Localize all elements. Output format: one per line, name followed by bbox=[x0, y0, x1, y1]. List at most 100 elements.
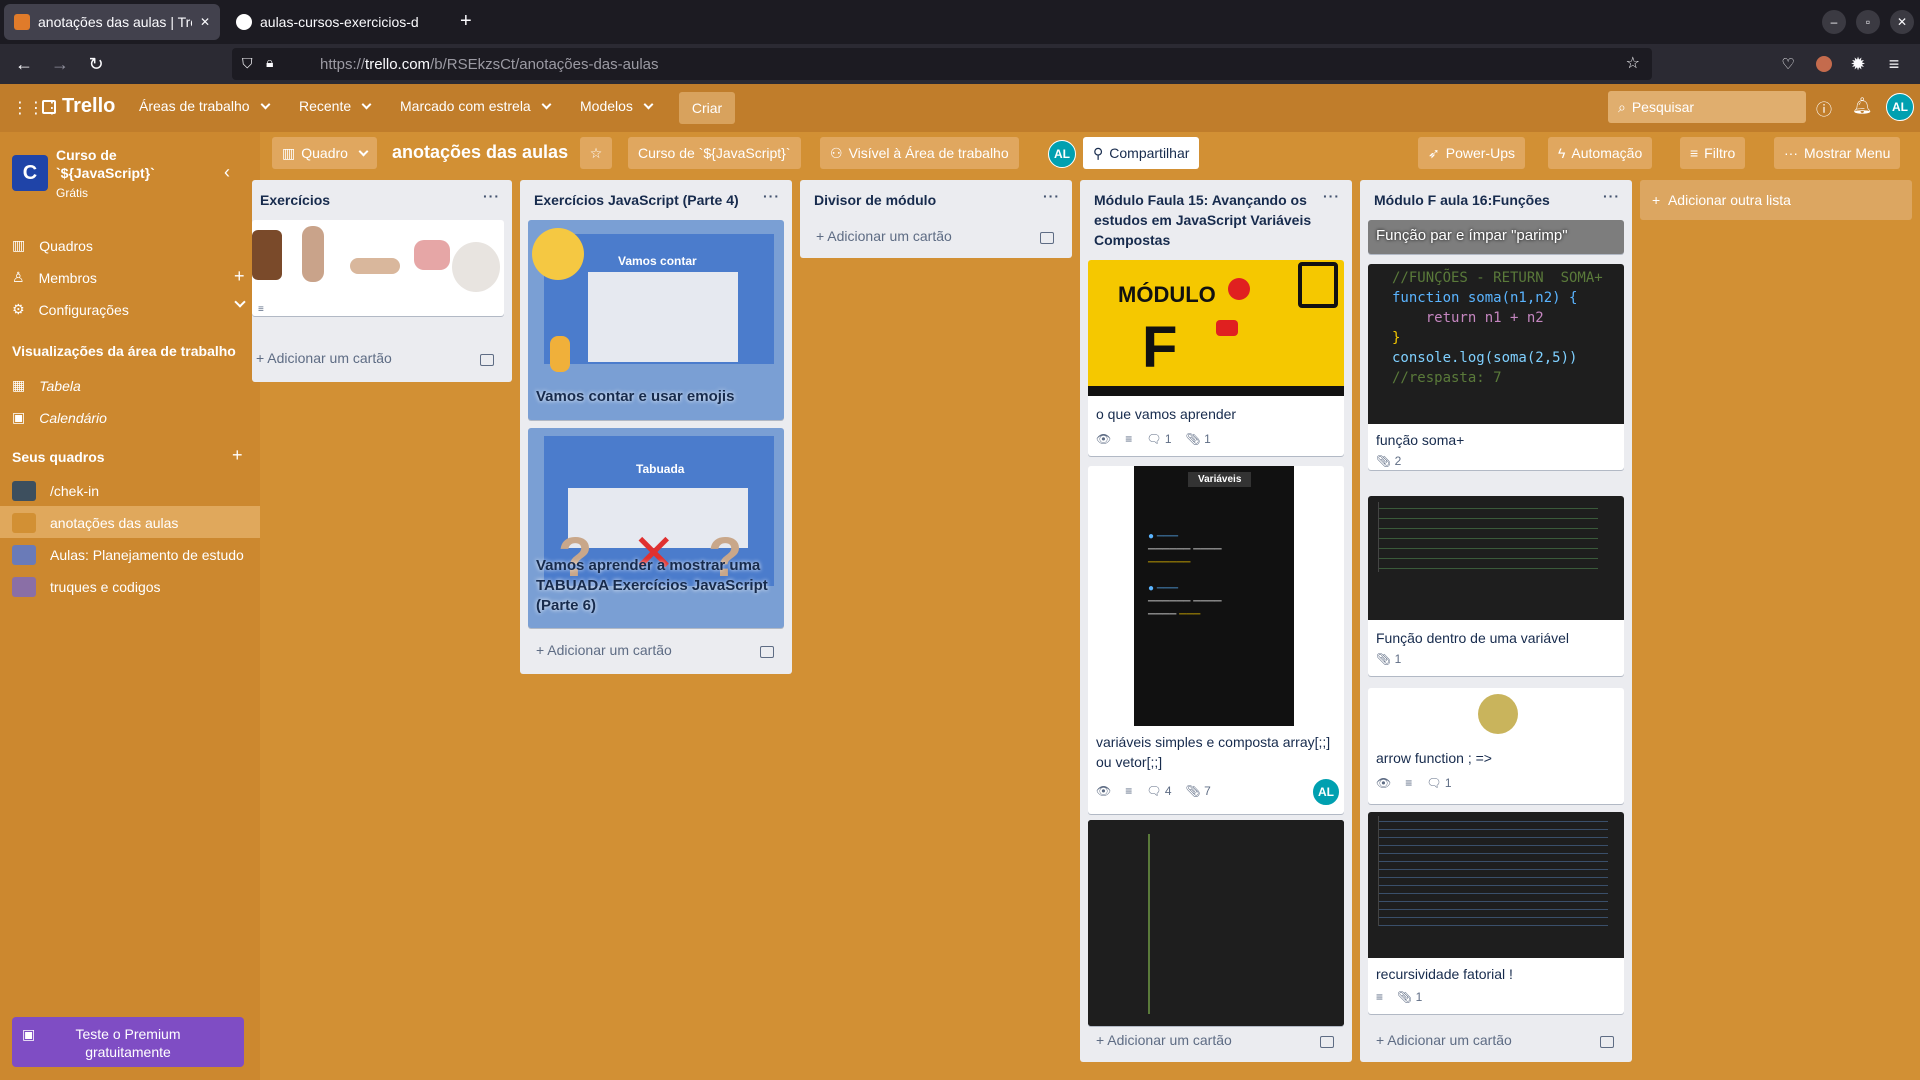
menu-starred[interactable]: Marcado com estrela bbox=[400, 98, 552, 114]
create-button[interactable]: Criar bbox=[679, 92, 735, 124]
user-avatar[interactable]: AL bbox=[1886, 93, 1914, 121]
add-member-icon[interactable]: + bbox=[234, 266, 245, 287]
add-board-icon[interactable]: + bbox=[232, 445, 243, 466]
premium-trial-button[interactable]: ▣ Teste o Premium gratuitamente bbox=[12, 1017, 244, 1067]
board-icon: ▥ bbox=[12, 237, 26, 253]
close-window-button[interactable]: ✕ bbox=[1890, 10, 1914, 34]
add-list-button[interactable]: + Adicionar outra lista bbox=[1640, 180, 1912, 220]
list-menu-icon[interactable]: ··· bbox=[1603, 188, 1620, 204]
visibility-button[interactable]: ⚇ Visível à Área de trabalho bbox=[820, 137, 1019, 169]
card-template-icon[interactable] bbox=[1040, 232, 1054, 244]
card-tabuada[interactable]: Tabuada ? ✕ ? Vamos aprender a mostrar u… bbox=[528, 428, 784, 628]
list-exercicios: Exercícios ··· ≡ + Adicionar um cartão bbox=[252, 180, 512, 382]
browser-tab-trello[interactable]: anotações das aulas | Trel ✕ bbox=[4, 4, 220, 40]
list-menu-icon[interactable]: ··· bbox=[763, 188, 780, 204]
card-variaveis-compostas-video[interactable] bbox=[1088, 820, 1344, 1026]
sidebar-item-calendar[interactable]: ▣ Calendário bbox=[12, 409, 107, 426]
eye-icon: 👁︎ bbox=[1096, 784, 1112, 798]
back-arrow-icon[interactable]: ← bbox=[12, 52, 36, 76]
maximize-window-button[interactable]: ▫ bbox=[1856, 10, 1880, 34]
minimize-window-button[interactable]: ‒ bbox=[1822, 10, 1846, 34]
list-menu-icon[interactable]: ··· bbox=[483, 188, 500, 204]
list-title[interactable]: Divisor de módulo bbox=[814, 190, 936, 210]
filter-button[interactable]: ≡ Filtro bbox=[1680, 137, 1746, 169]
sidebar-item-table[interactable]: ▦ Tabela bbox=[12, 377, 81, 394]
board-view-switcher[interactable]: ▥ Quadro bbox=[272, 137, 377, 169]
list-title[interactable]: Módulo Faula 15: Avançando os estudos em… bbox=[1094, 190, 1314, 250]
video-bar bbox=[1088, 386, 1344, 396]
card-funcao-variavel[interactable]: Função dentro de uma variável 📎︎ 1 bbox=[1368, 496, 1624, 676]
pocket-icon[interactable]: ♡ bbox=[1776, 52, 1800, 76]
workspace-button[interactable]: Curso de `${JavaScript}` bbox=[628, 137, 801, 169]
forward-arrow-icon[interactable]: → bbox=[48, 52, 72, 76]
add-card-button[interactable]: + Adicionar um cartão bbox=[816, 228, 952, 244]
card-member-avatar[interactable]: AL bbox=[1312, 778, 1340, 806]
search-input[interactable]: ⌕ Pesquisar bbox=[1608, 91, 1806, 123]
extensions-icon[interactable]: ✹ bbox=[1846, 52, 1870, 76]
card-vamos-contar[interactable]: Vamos contar Vamos contar e usar emojis bbox=[528, 220, 784, 420]
card-template-icon[interactable] bbox=[480, 354, 494, 366]
card-arrow-function[interactable]: arrow function ; => 👁︎ ≡ 🗨︎ 1 bbox=[1368, 688, 1624, 804]
card-template-icon[interactable] bbox=[1600, 1036, 1614, 1048]
collapse-sidebar-icon[interactable]: ‹ bbox=[224, 162, 230, 183]
list-menu-icon[interactable]: ··· bbox=[1043, 188, 1060, 204]
card-template-icon[interactable] bbox=[760, 646, 774, 658]
board-thumbnail bbox=[12, 577, 36, 597]
browser-tab-github[interactable]: aulas-cursos-exercicios-d bbox=[226, 4, 444, 40]
board-member-avatar[interactable]: AL bbox=[1048, 140, 1076, 168]
cartoon-pushup-image bbox=[350, 258, 400, 274]
app-menu-icon[interactable]: ≡ bbox=[1882, 52, 1906, 76]
card-o-que-vamos-aprender[interactable]: MÓDULO F o que vamos aprender 👁︎ ≡ 🗨︎ 1 … bbox=[1088, 260, 1344, 456]
list-title[interactable]: Exercícios bbox=[260, 190, 330, 210]
bookmark-star-icon[interactable]: ☆ bbox=[1626, 53, 1640, 73]
info-icon[interactable]: ⓘ bbox=[1816, 96, 1832, 120]
sidebar-item-settings[interactable]: ⚙ Configurações bbox=[12, 301, 129, 318]
add-card-button[interactable]: + Adicionar um cartão bbox=[536, 642, 672, 658]
thumbnail-letter: F bbox=[1142, 315, 1178, 380]
close-tab-icon[interactable]: ✕ bbox=[200, 15, 210, 29]
description-icon: ≡ bbox=[258, 304, 264, 315]
trello-logo[interactable]: Trello bbox=[42, 95, 115, 118]
address-bar[interactable]: ⛉ 🔒︎ https://trello.com/b/RSEkzsCt/anota… bbox=[232, 48, 1652, 80]
card-template-icon[interactable] bbox=[1320, 1036, 1334, 1048]
shield-icon[interactable]: ⛉ bbox=[242, 55, 253, 72]
sidebar-board-anotacoes[interactable]: anotações das aulas bbox=[12, 513, 178, 533]
add-card-button[interactable]: + Adicionar um cartão bbox=[1376, 1032, 1512, 1048]
chevron-down-icon bbox=[541, 99, 552, 109]
star-board-button[interactable]: ☆ bbox=[580, 137, 612, 169]
list-title[interactable]: Módulo F aula 16:Funções bbox=[1374, 190, 1550, 210]
cartoon-image bbox=[252, 230, 282, 280]
list-menu-icon[interactable]: ··· bbox=[1323, 188, 1340, 204]
card-parimp[interactable]: Função par e ímpar "parimp" bbox=[1368, 220, 1624, 254]
add-card-button[interactable]: + Adicionar um cartão bbox=[1096, 1032, 1232, 1048]
automation-button[interactable]: ϟ Automação bbox=[1548, 137, 1653, 169]
sidebar-item-members[interactable]: ♙ Membros bbox=[12, 269, 97, 286]
card-badges: 👁︎ ≡ 🗨︎ 1 bbox=[1376, 776, 1452, 790]
card-variaveis-simples[interactable]: Variáveis ● ─── ────── ──── ────── ● ─── ───… bbox=[1088, 466, 1344, 814]
add-card-button[interactable]: + Adicionar um cartão bbox=[256, 350, 392, 366]
menu-workspaces[interactable]: Áreas de trabalho bbox=[139, 98, 270, 114]
card-funcao-soma[interactable]: //FUNÇÕES - RETURN SOMA+ function soma(n1… bbox=[1368, 264, 1624, 470]
lock-icon[interactable]: 🔒︎ bbox=[266, 54, 273, 71]
thumbnail-caption: Variáveis bbox=[1188, 472, 1252, 487]
sidebar-board-aulas[interactable]: Aulas: Planejamento de estudo bbox=[12, 545, 244, 565]
sidebar-item-boards[interactable]: ▥ Quadros bbox=[12, 237, 93, 254]
sidebar-board-chekin[interactable]: /chek-in bbox=[12, 481, 99, 501]
sidebar-board-truques[interactable]: truques e codigos bbox=[12, 577, 161, 597]
list-title[interactable]: Exercícios JavaScript (Parte 4) bbox=[534, 190, 739, 210]
reload-icon[interactable]: ↻ bbox=[84, 52, 108, 76]
menu-templates[interactable]: Modelos bbox=[580, 98, 654, 114]
bell-icon[interactable]: 🔔︎ bbox=[1852, 96, 1872, 116]
new-tab-button[interactable]: + bbox=[460, 10, 472, 33]
powerups-button[interactable]: ➶ Power-Ups bbox=[1418, 137, 1525, 169]
card-title: função soma+ bbox=[1376, 432, 1465, 448]
board-title[interactable]: anotações das aulas bbox=[392, 142, 568, 163]
menu-recent[interactable]: Recente bbox=[299, 98, 372, 114]
card-recursividade-fatorial[interactable]: recursividade fatorial ! ≡ 📎︎ 1 bbox=[1368, 812, 1624, 1014]
profile-icon[interactable] bbox=[1812, 52, 1836, 76]
card-title: arrow function ; => bbox=[1376, 750, 1492, 766]
card-exercicios-image[interactable]: ≡ bbox=[252, 220, 504, 316]
workspace-name[interactable]: Curso de `${JavaScript}` bbox=[56, 146, 176, 182]
show-menu-button[interactable]: ··· Mostrar Menu bbox=[1774, 137, 1901, 169]
share-button[interactable]: ⚲ Compartilhar bbox=[1083, 137, 1200, 169]
